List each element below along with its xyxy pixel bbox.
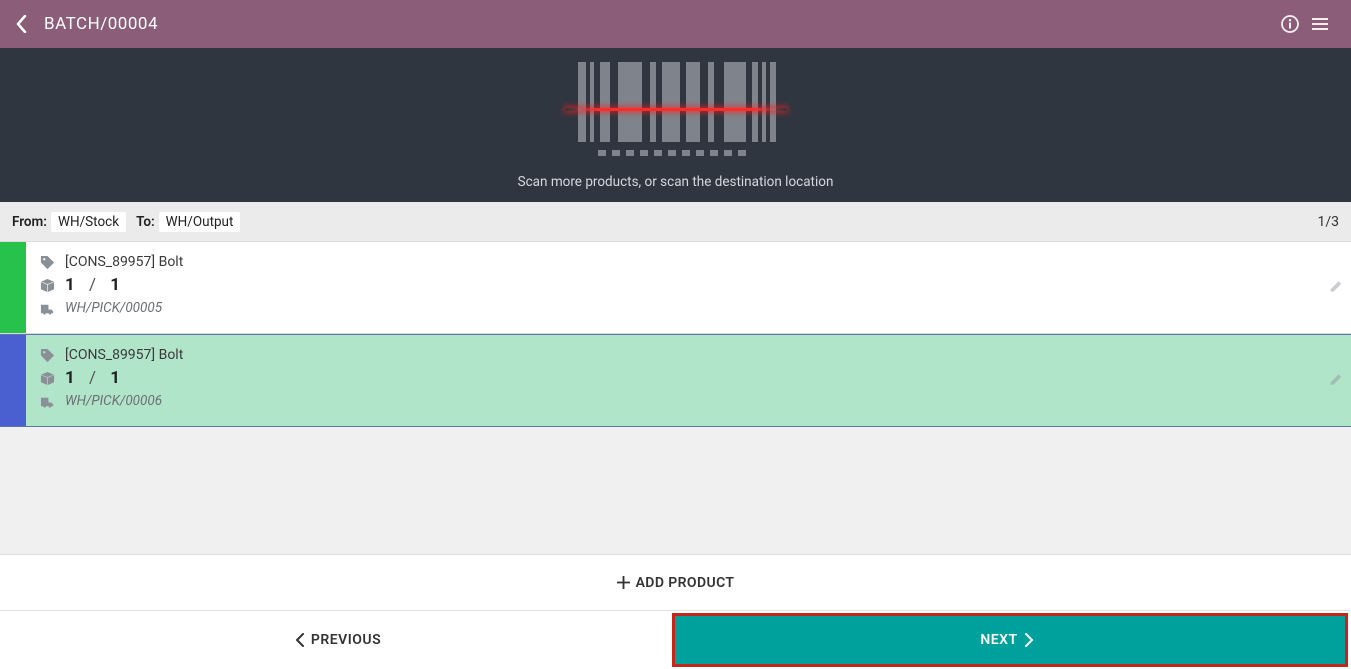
- picking-ref: WH/PICK/00006: [65, 393, 162, 409]
- app-header: BATCH/00004: [0, 0, 1351, 48]
- add-product-label: ADD PRODUCT: [636, 575, 735, 591]
- move-line[interactable]: [CONS_89957] Bolt 1 / 1 WH/PICK/00006: [0, 334, 1351, 427]
- move-line[interactable]: [CONS_89957] Bolt 1 / 1 WH/PICK/00005: [0, 242, 1351, 334]
- tag-icon: [40, 255, 55, 270]
- tag-icon: [40, 348, 55, 363]
- qty-done: 1: [65, 275, 75, 295]
- page-title: BATCH/00004: [44, 14, 158, 34]
- box-icon: [40, 278, 55, 293]
- qty-done: 1: [65, 368, 75, 388]
- next-button[interactable]: NEXT: [672, 613, 1348, 667]
- pencil-icon: [1329, 279, 1343, 293]
- picking-ref: WH/PICK/00005: [65, 300, 162, 316]
- nav-row: PREVIOUS NEXT: [0, 610, 1351, 669]
- box-icon: [40, 371, 55, 386]
- product-name: [CONS_89957] Bolt: [65, 254, 183, 270]
- qty-separator: /: [89, 275, 96, 295]
- status-stripe-done: [0, 242, 26, 333]
- truck-icon: [40, 394, 55, 409]
- add-product-button[interactable]: ADD PRODUCT: [0, 554, 1351, 610]
- qty-separator: /: [89, 368, 96, 388]
- from-label: From:: [12, 214, 47, 230]
- move-lines: [CONS_89957] Bolt 1 / 1 WH/PICK/00005: [0, 242, 1351, 427]
- info-button[interactable]: [1275, 15, 1305, 33]
- qty-expected: 1: [110, 368, 120, 388]
- edit-line-button[interactable]: [1329, 278, 1343, 297]
- chevron-right-icon: [1024, 633, 1034, 647]
- truck-icon: [40, 301, 55, 316]
- location-bar: From: WH/Stock To: WH/Output 1/3: [0, 202, 1351, 242]
- edit-line-button[interactable]: [1329, 371, 1343, 390]
- from-location[interactable]: WH/Stock: [51, 212, 126, 232]
- page-counter: 1/3: [1317, 214, 1339, 230]
- content-gap: [0, 427, 1351, 554]
- product-name: [CONS_89957] Bolt: [65, 347, 183, 363]
- hamburger-icon: [1311, 15, 1329, 33]
- previous-button[interactable]: PREVIOUS: [0, 611, 670, 669]
- info-icon: [1281, 15, 1299, 33]
- chevron-left-icon: [295, 633, 305, 647]
- previous-label: PREVIOUS: [311, 632, 381, 648]
- to-location[interactable]: WH/Output: [159, 212, 241, 232]
- barcode-illustration: [576, 62, 776, 160]
- chevron-left-icon: [16, 15, 28, 33]
- scan-panel: Scan more products, or scan the destinat…: [0, 48, 1351, 202]
- scan-hint-text: Scan more products, or scan the destinat…: [518, 174, 834, 190]
- to-label: To:: [136, 214, 155, 230]
- plus-icon: [617, 576, 630, 589]
- barcode-icon: [576, 62, 776, 160]
- status-stripe-selected: [0, 335, 26, 426]
- back-button[interactable]: [16, 15, 28, 33]
- menu-button[interactable]: [1305, 15, 1335, 33]
- next-label: NEXT: [980, 632, 1017, 648]
- pencil-icon: [1329, 372, 1343, 386]
- qty-expected: 1: [110, 275, 120, 295]
- scan-laser: [566, 108, 786, 111]
